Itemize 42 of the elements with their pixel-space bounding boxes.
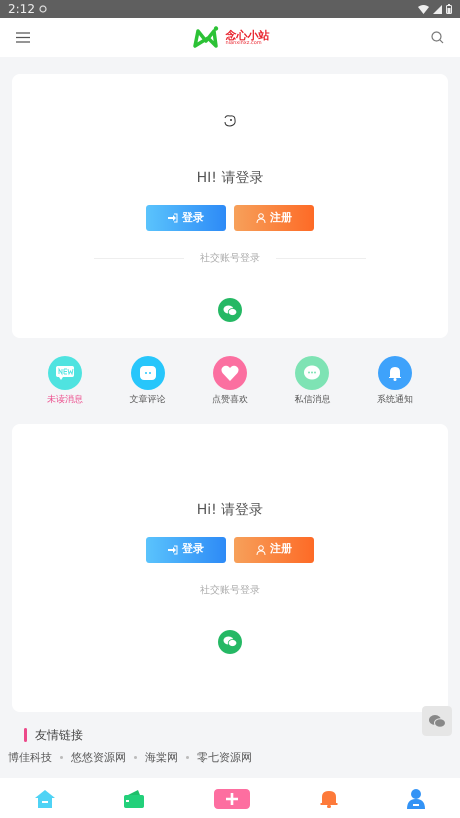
- comment-icon[interactable]: [130, 356, 165, 390]
- login-prompt: HI! 请登录: [196, 169, 264, 188]
- chat-bubbles-icon: [223, 304, 237, 316]
- user-icon: [256, 544, 266, 554]
- wechat-float-button[interactable]: [422, 706, 452, 736]
- chat-icon[interactable]: [295, 356, 330, 390]
- wechat-login-button[interactable]: [218, 630, 242, 654]
- wechat-login-button[interactable]: [218, 298, 242, 322]
- social-login-label: 社交账号登录: [200, 252, 260, 266]
- doodle-icon: [222, 114, 238, 128]
- social-login-label: 社交账号登录: [200, 584, 260, 598]
- add-icon[interactable]: [214, 788, 250, 809]
- user-icon[interactable]: [407, 788, 426, 809]
- shortcut-label[interactable]: 私信消息: [294, 394, 330, 408]
- user-icon: [256, 213, 266, 223]
- chat-bubbles-icon: [223, 636, 237, 647]
- status-time: 2:12: [8, 1, 35, 18]
- friend-link[interactable]: 海棠网: [145, 750, 178, 766]
- login-icon: [168, 544, 178, 554]
- bell-icon[interactable]: [320, 789, 338, 808]
- battery-icon: [446, 4, 452, 14]
- login-icon: [168, 213, 178, 223]
- wallet-icon[interactable]: [124, 790, 144, 808]
- section-title: 友情链接: [35, 726, 83, 744]
- shortcut-label[interactable]: 系统通知: [376, 394, 413, 408]
- login-prompt: Hi! 请登录: [196, 500, 264, 520]
- signal-icon: [433, 4, 442, 14]
- shortcut-label[interactable]: 点赞喜欢: [212, 394, 248, 408]
- bell-icon[interactable]: [378, 356, 412, 390]
- accent-bar: [24, 728, 27, 742]
- friend-link[interactable]: 博佳科技: [8, 750, 52, 766]
- shortcut-label[interactable]: 文章评论: [130, 394, 166, 408]
- search-icon[interactable]: [431, 31, 444, 44]
- friend-link[interactable]: 零七资源网: [197, 750, 252, 766]
- logo-text: 念心小站: [226, 30, 270, 40]
- friend-link[interactable]: 悠悠资源网: [71, 750, 126, 766]
- wifi-icon: [418, 4, 429, 14]
- new-icon[interactable]: [48, 356, 82, 390]
- home-icon[interactable]: [34, 790, 55, 808]
- chat-bubbles-icon: [428, 714, 446, 728]
- shield-icon: [38, 5, 47, 13]
- menu-icon[interactable]: [16, 32, 30, 43]
